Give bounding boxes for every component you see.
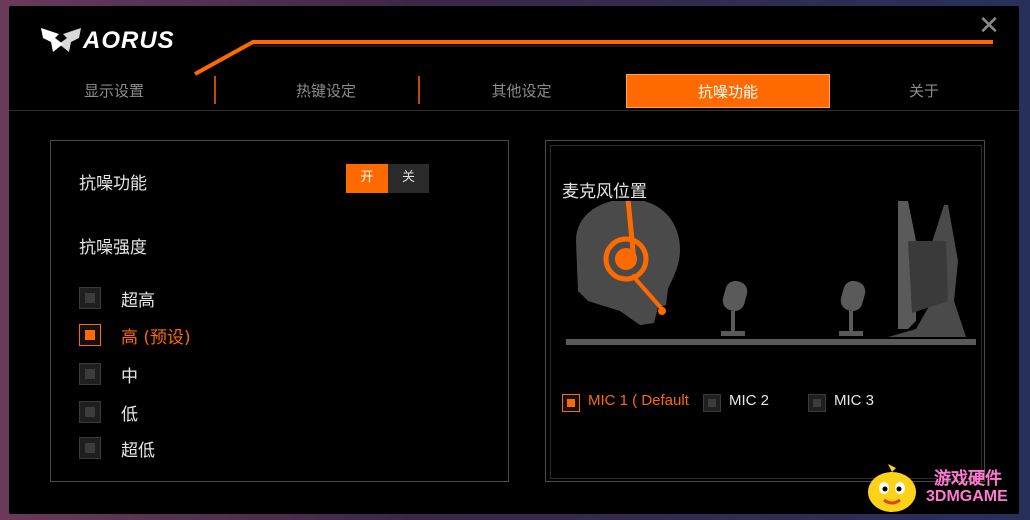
app-window: AORUS ✕ 显示设置 热键设定 其他设定 抗噪功能 关于 抗噪功能 开 关 … <box>9 6 1019 514</box>
aorus-logo: AORUS <box>39 24 189 54</box>
checkbox[interactable] <box>79 363 101 385</box>
option-label: MIC 3 <box>834 392 875 409</box>
option-label: 低 <box>121 405 138 425</box>
noise-reduction-panel: 抗噪功能 开 关 抗噪强度 超高 高 (预设) 中 低 超低 <box>50 140 509 482</box>
close-button[interactable]: ✕ <box>977 13 1001 39</box>
toggle-off-button[interactable]: 关 <box>388 164 429 193</box>
option-label: 中 <box>121 367 138 387</box>
brand-name: AORUS <box>83 27 175 54</box>
watermark-line2: 3DMGAME <box>926 488 1008 505</box>
mascot-icon <box>868 464 916 512</box>
option-label: 超高 <box>121 291 155 311</box>
tab-display-settings[interactable]: 显示设置 <box>29 74 199 108</box>
tab-divider <box>418 76 420 104</box>
mic-icon <box>839 280 866 336</box>
checkbox[interactable] <box>79 287 101 309</box>
option-label: MIC 1 ( Default <box>588 392 689 409</box>
watermark-line1: 游戏硬件 <box>934 469 1002 489</box>
tab-hotkey-settings[interactable]: 热键设定 <box>231 74 421 108</box>
toggle-on-button[interactable]: 开 <box>346 164 388 193</box>
header-accent-line <box>194 40 993 76</box>
checkbox[interactable] <box>703 394 721 412</box>
noise-feature-label: 抗噪功能 <box>79 174 147 194</box>
checkbox[interactable] <box>562 394 580 412</box>
mic-icon <box>721 280 748 336</box>
mic-position-illustration <box>566 201 976 345</box>
noise-toggle: 开 关 <box>346 164 429 193</box>
tab-noise-reduction[interactable]: 抗噪功能 <box>626 74 830 108</box>
monitor-icon <box>888 201 966 337</box>
aorus-logo-icon <box>41 28 81 52</box>
desk-line <box>566 339 976 345</box>
option-label: MIC 2 <box>729 392 770 409</box>
tab-bar: 显示设置 热键设定 其他设定 抗噪功能 关于 <box>9 74 1019 111</box>
tab-divider <box>214 76 216 104</box>
checkbox[interactable] <box>79 324 101 346</box>
checkbox[interactable] <box>808 394 826 412</box>
tab-about[interactable]: 关于 <box>844 74 1004 108</box>
option-label: 超低 <box>121 441 155 461</box>
mic-position-title: 麦克风位置 <box>562 182 647 202</box>
checkbox[interactable] <box>79 437 101 459</box>
option-label: 高 (预设) <box>121 328 191 348</box>
site-watermark: 游戏硬件 3DMGAME <box>862 460 1022 516</box>
mic-position-panel: 麦克风位置 MIC 1 (Default MIC 2 MIC 3 <box>545 140 985 482</box>
headset-icon <box>576 201 680 325</box>
checkbox[interactable] <box>79 401 101 423</box>
tab-other-settings[interactable]: 其他设定 <box>434 74 609 108</box>
noise-strength-label: 抗噪强度 <box>79 238 147 258</box>
